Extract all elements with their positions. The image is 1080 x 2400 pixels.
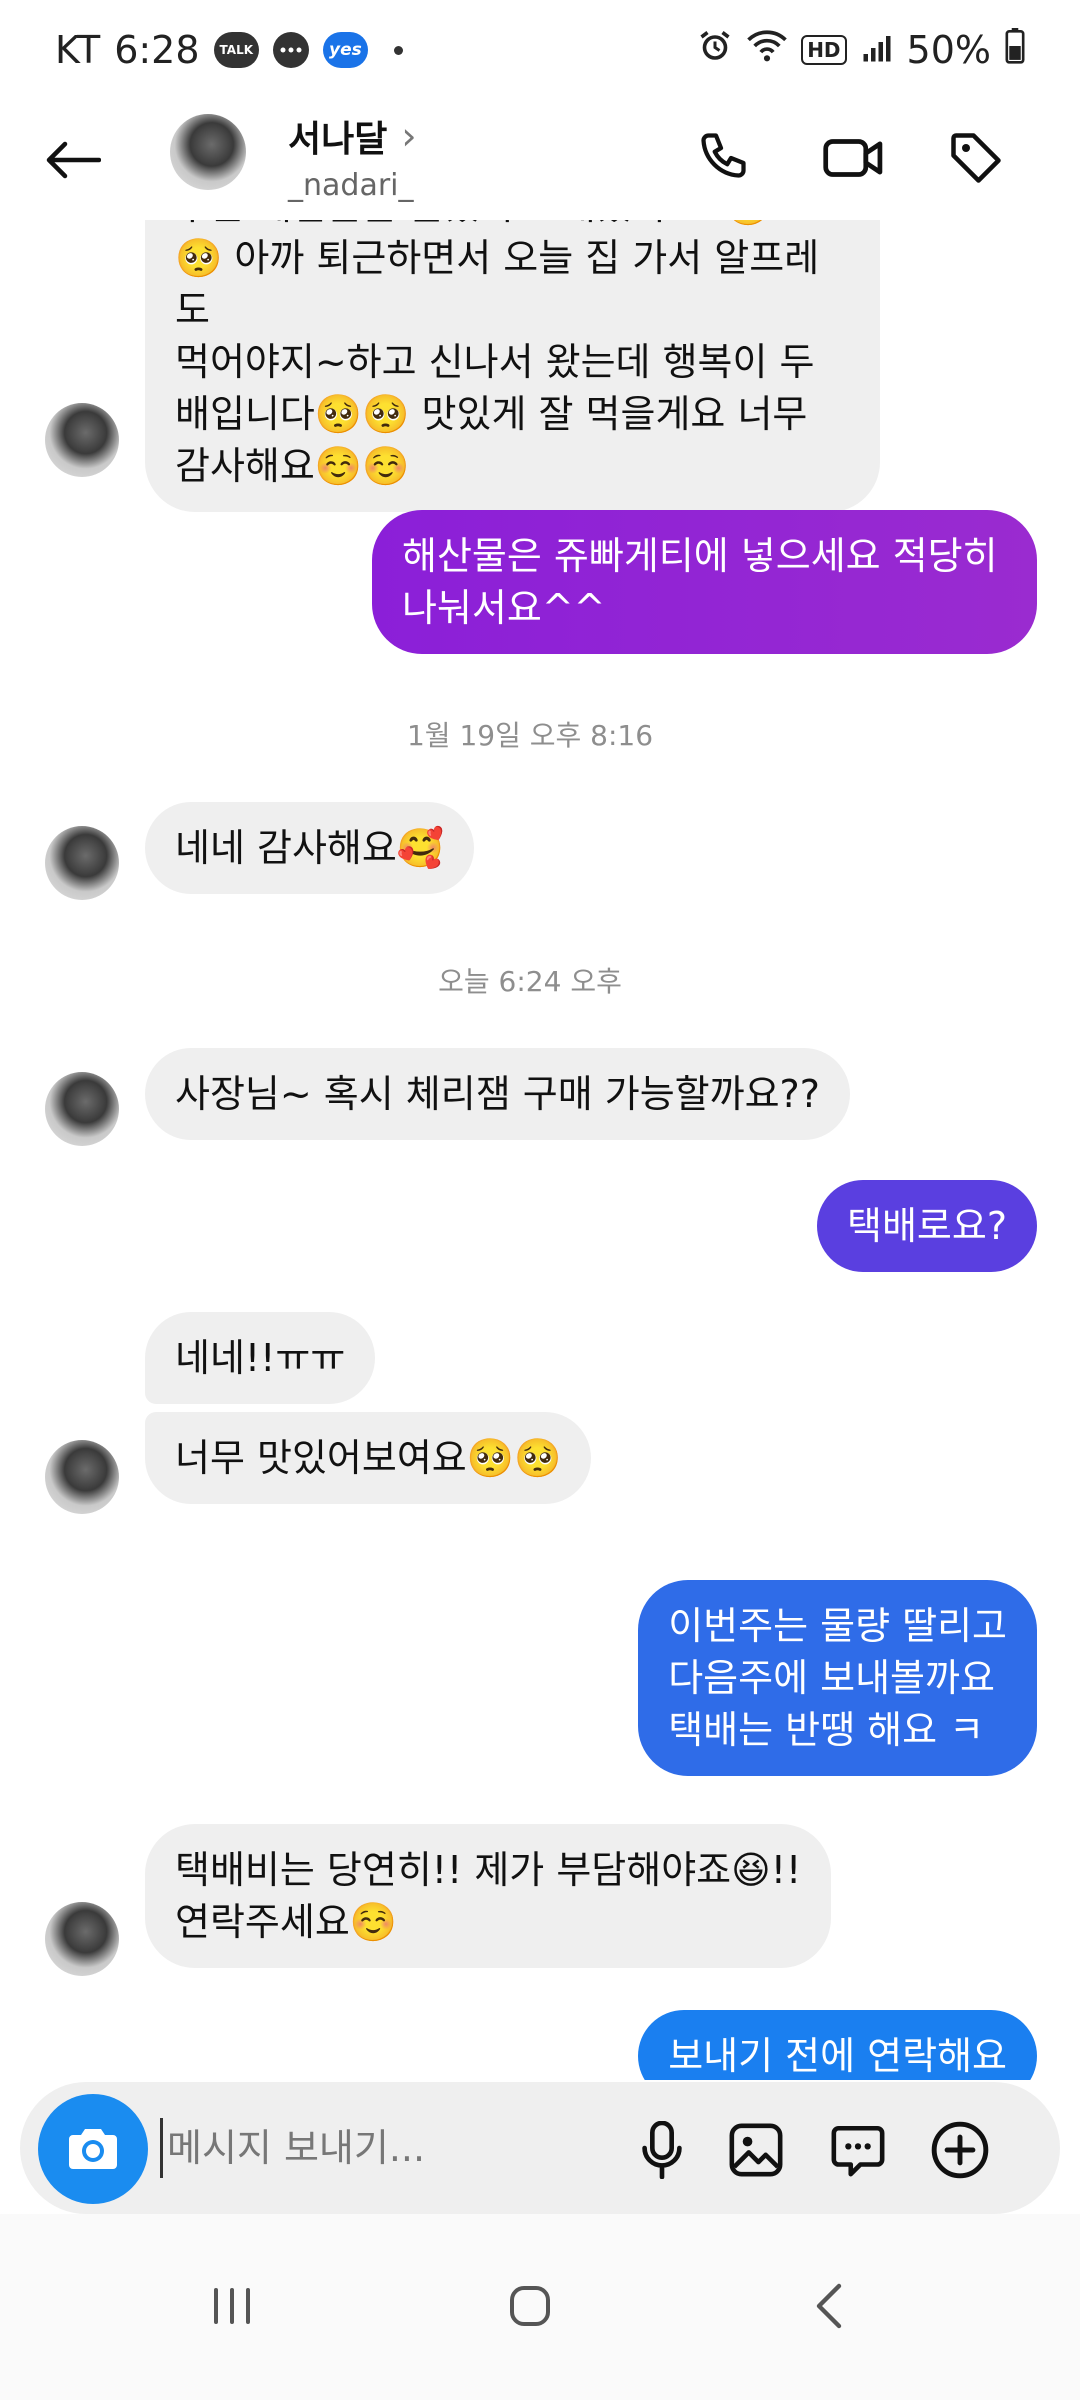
- camera-icon: [69, 2129, 117, 2169]
- chat-header: 서나달 › _nadari_: [0, 100, 1080, 220]
- message-bubble-outgoing[interactable]: 택배로요?: [816, 1180, 1037, 1272]
- carrier-label: KT: [55, 28, 101, 72]
- message-input[interactable]: [160, 2118, 600, 2178]
- tag-button[interactable]: [940, 122, 1012, 194]
- gallery-button[interactable]: [716, 2110, 796, 2190]
- phone-icon: [701, 133, 746, 178]
- chevron-right-icon: ›: [401, 114, 417, 158]
- home-icon: [510, 2286, 550, 2326]
- recent-apps-button[interactable]: [182, 2266, 282, 2346]
- chat-notification-icon: [273, 32, 310, 68]
- chat-bubble-icon: [831, 2125, 885, 2177]
- contact-handle: _nadari_: [288, 168, 414, 203]
- message-bubble-outgoing[interactable]: 해산물은 쥬빠게티에 넣으세요 적당히 나눠서요^^: [372, 510, 1037, 654]
- image-icon: [729, 2123, 783, 2177]
- avatar[interactable]: [170, 114, 246, 190]
- status-right: HD 50%: [697, 27, 1025, 73]
- hd-voice-icon: HD: [801, 35, 847, 65]
- timestamp: 1월 19일 오후 8:16: [406, 719, 654, 752]
- kakaotalk-notification-icon: TALK: [213, 32, 260, 68]
- avatar[interactable]: [45, 1440, 119, 1514]
- voice-call-button[interactable]: [690, 122, 762, 194]
- alarm-icon: [697, 28, 733, 73]
- status-time: 6:28: [114, 28, 200, 72]
- message-bubble-incoming[interactable]: 네네!!ㅠㅠ: [145, 1312, 376, 1404]
- home-button[interactable]: [480, 2266, 580, 2346]
- message-list[interactable]: 우는 해산물을 들었지 보내셨어요..🥺 🥺 아까 퇴근하면서 오늘 집 가서 …: [0, 220, 1080, 2080]
- battery-icon: [1005, 27, 1025, 73]
- back-arrow-icon: [46, 141, 101, 179]
- avatar[interactable]: [45, 826, 119, 900]
- plus-circle-icon: [931, 2121, 989, 2179]
- more-options-button[interactable]: [920, 2110, 1000, 2190]
- tag-icon: [951, 133, 1001, 183]
- system-navigation-bar: [0, 2214, 1080, 2400]
- back-button[interactable]: [38, 125, 108, 195]
- microphone-icon: [642, 2121, 682, 2179]
- yes-notification-icon: yes: [323, 32, 368, 68]
- timestamp: 오늘 6:24 오후: [438, 965, 622, 998]
- message-bubble-outgoing[interactable]: 보내기 전에 연락해요: [638, 2010, 1037, 2080]
- message-bubble-incoming[interactable]: 너무 맛있어보여요🥺🥺: [145, 1412, 592, 1504]
- message-bubble-outgoing[interactable]: 이번주는 물량 딸리고 다음주에 보내볼까요 택배는 반땡 해요 ㅋ: [638, 1580, 1037, 1776]
- avatar[interactable]: [45, 1072, 119, 1146]
- sticker-button[interactable]: [818, 2110, 898, 2190]
- chevron-left-icon: [816, 2283, 842, 2329]
- camera-button[interactable]: [38, 2094, 148, 2204]
- battery-percent: 50%: [906, 28, 991, 72]
- message-bubble-incoming[interactable]: 사장님~ 혹시 체리잼 구매 가능할까요??: [145, 1048, 850, 1140]
- contact-name[interactable]: 서나달 ›: [288, 110, 417, 162]
- message-bubble-incoming[interactable]: 우는 해산물을 들었지 보내셨어요..🥺 🥺 아까 퇴근하면서 오늘 집 가서 …: [145, 220, 880, 512]
- more-notifications-dot: [393, 45, 403, 55]
- avatar[interactable]: [45, 403, 119, 477]
- recent-apps-icon: [214, 2288, 250, 2324]
- contact-name-text: 서나달: [288, 119, 388, 160]
- voice-message-button[interactable]: [622, 2110, 702, 2190]
- wifi-icon: [747, 28, 787, 73]
- status-bar: KT 6:28 TALK yes HD 50%: [0, 0, 1080, 100]
- status-left: KT 6:28 TALK yes: [55, 28, 403, 72]
- message-bubble-incoming[interactable]: 네네 감사해요🥰: [145, 802, 475, 894]
- avatar[interactable]: [45, 1902, 119, 1976]
- video-call-button[interactable]: [818, 122, 890, 194]
- message-bubble-incoming[interactable]: 택배비는 당연히!! 제가 부담해야죠😆!! 연락주세요☺️: [145, 1824, 832, 1968]
- video-camera-icon: [823, 139, 883, 177]
- profile-link[interactable]: 서나달 › _nadari_: [288, 110, 417, 203]
- back-nav-button[interactable]: [778, 2266, 878, 2346]
- signal-icon: [861, 28, 893, 72]
